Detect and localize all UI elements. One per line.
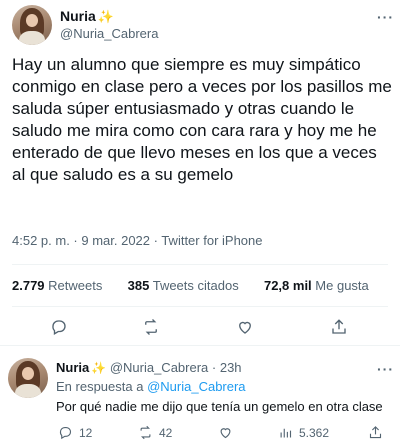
reply-views-count: 5.362 <box>299 426 330 440</box>
likes-count: 72,8 mil <box>263 278 312 293</box>
reply-header: Nuria ✨ @Nuria_Cabrera · 23h <box>56 360 242 375</box>
tweet-text: Hay un alumno que siempre es muy simpáti… <box>12 55 392 184</box>
reply-author-handle[interactable]: @Nuria_Cabrera <box>110 360 208 375</box>
share-icon <box>369 426 382 439</box>
divider <box>12 264 388 265</box>
retweets-count: 2.779 <box>12 278 45 293</box>
heart-icon[interactable] <box>236 318 254 341</box>
retweets-label: Retweets <box>48 278 103 293</box>
author-name-line[interactable]: Nuria ✨ <box>60 8 114 26</box>
reply-author-avatar[interactable] <box>8 358 48 398</box>
likes-label: Me gusta <box>315 278 369 293</box>
reply-time[interactable]: · 23h <box>212 360 242 375</box>
quotes-count: 385 <box>127 278 150 293</box>
tweet-timestamp[interactable]: 4:52 p. m. · 9 mar. 2022 · Twitter for i… <box>12 233 263 248</box>
reply-bubble-icon <box>59 426 72 440</box>
quotes-label: Tweets citados <box>152 278 239 293</box>
reply-retweets-count: 42 <box>159 426 173 440</box>
in-reply-prefix: En respuesta a <box>56 379 144 394</box>
sparkles-emoji: ✨ <box>97 9 114 24</box>
in-reply-to: En respuesta a @Nuria_Cabrera <box>56 379 246 394</box>
reply-replies-count: 12 <box>79 426 93 440</box>
reply-author-name[interactable]: Nuria <box>56 360 89 375</box>
divider <box>12 306 388 307</box>
retweet-icon[interactable] <box>142 318 160 341</box>
reply-bubble-icon[interactable] <box>50 318 68 341</box>
retweets-stat[interactable]: 2.779 Retweets <box>12 278 106 293</box>
reply-like-action[interactable] <box>218 425 239 440</box>
retweet-icon <box>140 425 151 440</box>
share-icon[interactable] <box>330 318 348 341</box>
author-avatar[interactable] <box>12 5 52 45</box>
author-handle[interactable]: @Nuria_Cabrera <box>60 26 158 41</box>
sparkles-emoji: ✨ <box>91 361 107 375</box>
reply-reply-action[interactable]: 12 <box>58 425 92 440</box>
heart-icon <box>220 428 231 439</box>
author-name[interactable]: Nuria <box>60 8 96 24</box>
tweet-stats: 2.779 Retweets 385 Tweets citados 72,8 m… <box>12 278 369 293</box>
reply-more-options-icon[interactable]: ··· <box>377 362 394 376</box>
in-reply-handle-link[interactable]: @Nuria_Cabrera <box>147 379 245 394</box>
reply-share-action[interactable] <box>368 425 389 440</box>
reply-views-action[interactable]: 5.362 <box>278 425 329 440</box>
bar-chart-icon <box>280 428 292 438</box>
more-options-icon[interactable]: ··· <box>377 10 394 24</box>
likes-stat[interactable]: 72,8 mil Me gusta <box>264 278 369 293</box>
divider <box>0 345 400 346</box>
quotes-stat[interactable]: 385 Tweets citados <box>128 278 243 293</box>
reply-retweet-action[interactable]: 42 <box>138 425 172 440</box>
reply-text: Por qué nadie me dijo que tenía un gemel… <box>56 399 383 414</box>
